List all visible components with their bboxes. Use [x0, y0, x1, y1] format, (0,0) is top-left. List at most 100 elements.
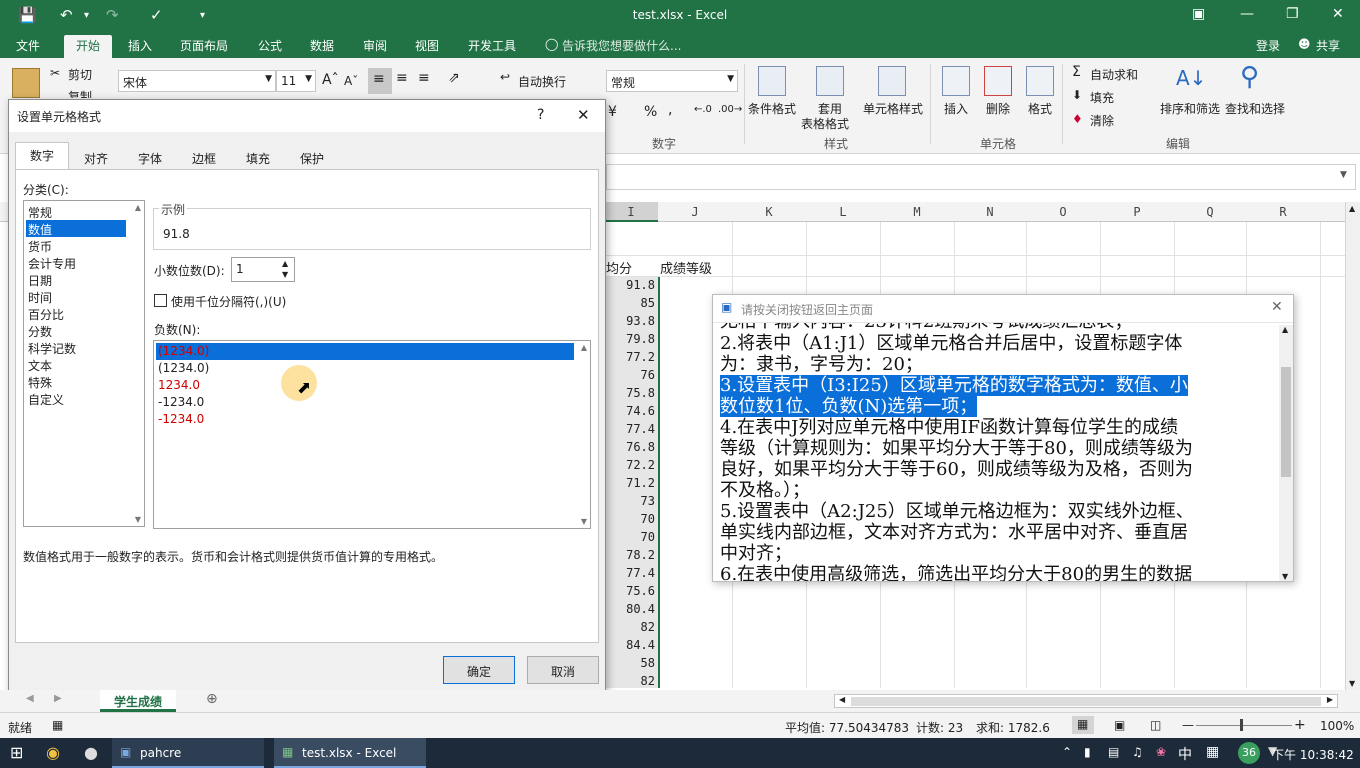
popup-scroll-thumb[interactable] — [1281, 367, 1291, 477]
category-item[interactable]: 自定义 — [26, 390, 66, 407]
wrap-text-button[interactable]: 自动换行 — [518, 73, 566, 90]
cell-value[interactable]: 79.8 — [605, 332, 655, 346]
number-format-box[interactable]: 常规 ▼ — [606, 70, 738, 92]
scroll-right-icon[interactable]: ▶ — [1327, 695, 1333, 704]
align-right-icon[interactable]: ≡ — [418, 70, 430, 86]
normal-view-button[interactable]: ▦ — [1072, 716, 1094, 734]
cell-value[interactable]: 84.4 — [605, 638, 655, 652]
cancel-button[interactable]: 取消 — [527, 656, 599, 684]
negative-list[interactable]: (1234.0) (1234.0) 1234.0 -1234.0 -1234.0… — [153, 340, 591, 529]
close-window-icon[interactable]: ✕ — [1332, 6, 1344, 22]
new-sheet-icon[interactable]: ⊕ — [206, 691, 218, 707]
category-item[interactable]: 百分比 — [26, 305, 66, 322]
negative-item[interactable]: -1234.0 — [156, 394, 206, 411]
category-item-selected[interactable]: 数值 — [26, 220, 126, 237]
cell-value[interactable]: 85 — [605, 296, 655, 310]
windows-start-icon[interactable]: ⊞ — [10, 743, 23, 762]
horizontal-scroll-thumb[interactable] — [851, 697, 1321, 706]
cell-value[interactable]: 80.4 — [605, 602, 655, 616]
font-size-box[interactable]: 11 ▼ — [276, 70, 316, 92]
network-icon[interactable]: ▤ — [1108, 745, 1119, 759]
scroll-down-icon[interactable]: ▼ — [581, 517, 587, 526]
scroll-sheets-right-icon[interactable]: ▶ — [54, 693, 62, 704]
eraser-icon[interactable]: ♦ — [1072, 112, 1083, 126]
cell-value[interactable]: 72.2 — [605, 458, 655, 472]
chrome-icon[interactable]: ◉ — [46, 743, 60, 762]
column-header[interactable]: K — [732, 205, 806, 219]
dialog-close-icon[interactable]: ✕ — [577, 106, 590, 124]
tab-number[interactable]: 数字 — [15, 142, 69, 170]
column-header[interactable]: N — [954, 205, 1026, 219]
share-button[interactable]: 共享 — [1316, 37, 1340, 54]
tray-chevron-icon[interactable]: ⌃ — [1062, 745, 1072, 759]
fill-button[interactable]: 填充 — [1090, 89, 1114, 106]
scroll-up-icon[interactable]: ▲ — [135, 203, 141, 212]
tab-protection[interactable]: 保护 — [285, 146, 339, 170]
cell-value[interactable]: 76 — [605, 368, 655, 382]
paste-icon[interactable] — [12, 68, 40, 98]
negative-item-selected[interactable]: (1234.0) — [156, 343, 574, 360]
tab-border[interactable]: 边框 — [177, 146, 231, 170]
format-cells-button[interactable]: 格式 — [1028, 100, 1052, 117]
popup-close-icon[interactable]: ✕ — [1271, 299, 1283, 315]
cell-value[interactable]: 82 — [605, 620, 655, 634]
scroll-down-icon[interactable]: ▼ — [1349, 679, 1355, 688]
tab-font[interactable]: 字体 — [123, 146, 177, 170]
cell-value[interactable]: 91.8 — [605, 278, 655, 292]
conditional-format-button[interactable]: 条件格式 — [748, 100, 796, 117]
horizontal-scrollbar[interactable]: ◀ ▶ — [834, 694, 1338, 708]
tab-file[interactable]: 文件 — [16, 37, 40, 54]
negative-item[interactable]: 1234.0 — [156, 377, 202, 394]
scroll-down-icon[interactable]: ▼ — [135, 515, 141, 524]
tab-home[interactable]: 开始 — [64, 35, 113, 59]
volume-icon[interactable]: ♫ — [1132, 745, 1143, 759]
restore-icon[interactable]: ❐ — [1286, 6, 1299, 22]
cell-value[interactable]: 93.8 — [605, 314, 655, 328]
font-name-box[interactable]: 宋体 ▼ — [118, 70, 276, 92]
cell-value[interactable]: 70 — [605, 512, 655, 526]
tab-developer[interactable]: 开发工具 — [468, 37, 516, 54]
page-break-icon[interactable]: ◫ — [1150, 718, 1161, 732]
tab-view[interactable]: 视图 — [415, 37, 439, 54]
category-item[interactable]: 常规 — [26, 203, 54, 220]
column-header[interactable]: J — [658, 205, 732, 219]
wrap-text-icon[interactable]: ↩ — [500, 70, 510, 84]
popup-scrollbar[interactable]: ▲ ▼ — [1279, 325, 1293, 581]
copy-button[interactable]: 复制 — [68, 88, 92, 98]
tab-insert[interactable]: 插入 — [128, 37, 152, 54]
zoom-level[interactable]: 100% — [1320, 719, 1354, 733]
cell-value[interactable]: 76.8 — [605, 440, 655, 454]
category-item[interactable]: 分数 — [26, 322, 54, 339]
category-item[interactable]: 科学记数 — [26, 339, 78, 356]
cell-styles-button[interactable]: 单元格样式 — [863, 100, 923, 117]
scroll-sheets-left-icon[interactable]: ◀ — [26, 693, 34, 704]
decrease-decimal-icon[interactable]: .00→ — [718, 104, 742, 115]
taskbar-app-pahcre[interactable]: ▣ pahcre — [112, 738, 264, 768]
delete-cells-button[interactable]: 删除 — [986, 100, 1010, 117]
cut-button[interactable]: 剪切 — [68, 66, 92, 83]
tab-formulas[interactable]: 公式 — [258, 37, 282, 54]
vertical-scrollbar[interactable]: ▲ ▼ — [1345, 202, 1360, 690]
column-header[interactable]: O — [1026, 205, 1100, 219]
header-cell-grade[interactable]: 成绩等级 — [660, 258, 712, 277]
percent-icon[interactable]: % — [644, 104, 657, 120]
insert-cells-button[interactable]: 插入 — [944, 100, 968, 117]
column-header[interactable]: Q — [1174, 205, 1246, 219]
flower-icon[interactable]: ❀ — [1156, 745, 1166, 759]
page-layout-icon[interactable]: ▣ — [1114, 718, 1125, 732]
tab-alignment[interactable]: 对齐 — [69, 146, 123, 170]
grow-font-icon[interactable]: Aˆ — [322, 72, 339, 88]
column-header[interactable]: M — [880, 205, 954, 219]
expand-formula-icon[interactable]: ▼ — [1340, 170, 1347, 180]
autosum-icon[interactable]: Σ — [1072, 64, 1081, 80]
scroll-down-icon[interactable]: ▼ — [1282, 572, 1288, 581]
clear-button[interactable]: 清除 — [1090, 112, 1114, 129]
cut-icon[interactable]: ✂ — [50, 66, 60, 80]
ok-button[interactable]: 确定 — [443, 656, 515, 684]
cell-value[interactable]: 75.6 — [605, 584, 655, 598]
battery-icon[interactable]: ▮ — [1084, 745, 1091, 759]
orientation-icon[interactable]: ⇗ — [448, 70, 460, 86]
macro-record-icon[interactable]: ▦ — [52, 718, 63, 732]
scroll-up-icon[interactable]: ▲ — [1282, 325, 1288, 334]
thousands-checkbox[interactable] — [154, 294, 167, 307]
